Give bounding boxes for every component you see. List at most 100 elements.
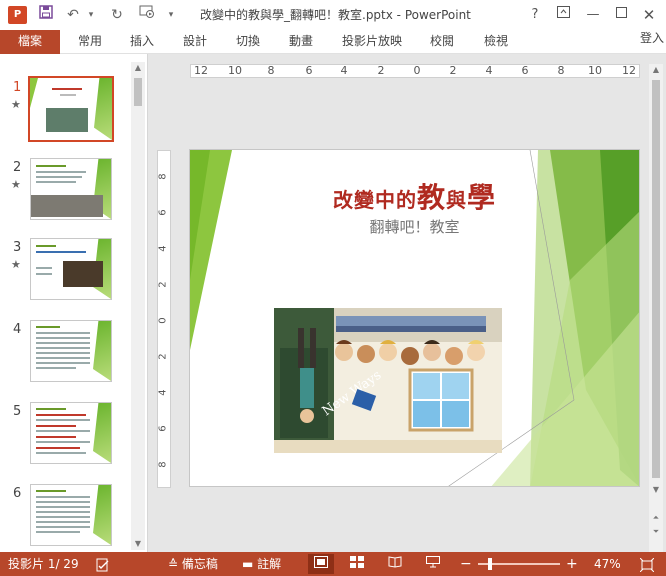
thumbnail-text-line bbox=[36, 430, 90, 432]
thumbnail-text-line bbox=[36, 337, 90, 339]
tab-home[interactable]: 常用 bbox=[72, 30, 108, 54]
zoom-level[interactable]: 47% bbox=[594, 552, 621, 576]
thumbnail-text-line bbox=[36, 273, 52, 275]
close-icon[interactable]: ✕ bbox=[638, 4, 660, 26]
scrollbar-thumb[interactable] bbox=[134, 78, 142, 106]
slide-thumbnail[interactable] bbox=[28, 76, 114, 142]
slide-title[interactable]: 改變中的教與學 bbox=[190, 176, 639, 216]
normal-view-button[interactable] bbox=[308, 554, 334, 574]
minimize-icon[interactable]: — bbox=[582, 4, 604, 26]
ruler-label: 4 bbox=[485, 64, 493, 77]
sign-in-link[interactable]: 登入 bbox=[640, 30, 664, 54]
fit-slide-icon[interactable] bbox=[639, 552, 655, 576]
slide-subtitle[interactable]: 翻轉吧！教室 bbox=[190, 216, 639, 237]
undo-dropdown-icon[interactable]: ▾ bbox=[80, 4, 102, 26]
customize-qat-icon[interactable]: ▾ bbox=[160, 4, 182, 26]
next-slide-icon[interactable]: ⏷ bbox=[649, 526, 663, 538]
tab-transitions[interactable]: 切換 bbox=[230, 30, 266, 54]
animation-star-icon: ★ bbox=[11, 178, 21, 191]
thumbnail-image bbox=[46, 108, 88, 132]
ruler-label: 2 bbox=[157, 353, 169, 360]
scroll-up-icon[interactable]: ▲ bbox=[649, 64, 663, 76]
scroll-down-icon[interactable]: ▼ bbox=[649, 484, 663, 496]
ribbon-display-icon[interactable] bbox=[552, 4, 574, 26]
tab-slideshow[interactable]: 投影片放映 bbox=[338, 30, 406, 54]
notes-label: 備忘稿 bbox=[181, 557, 218, 571]
slide-thumbnail[interactable] bbox=[30, 238, 112, 300]
comments-button[interactable]: ▬ 註解 bbox=[242, 552, 281, 576]
thumbnail-text-line bbox=[36, 425, 76, 427]
tab-file[interactable]: 檔案 bbox=[0, 30, 60, 54]
thumbnail-decoration bbox=[94, 78, 112, 140]
thumbnail-text-line bbox=[36, 181, 76, 183]
tab-review[interactable]: 校閱 bbox=[424, 30, 460, 54]
animation-star-icon: ★ bbox=[11, 98, 21, 111]
zoom-slider-thumb[interactable] bbox=[488, 558, 492, 570]
title-part: 改變中的 bbox=[332, 188, 417, 212]
title-part: 教 bbox=[416, 181, 446, 214]
thumbnail-slide-4[interactable]: 4 bbox=[0, 318, 130, 398]
thumbnail-text-line bbox=[36, 496, 90, 498]
zoom-in-button[interactable]: + bbox=[566, 552, 578, 576]
tab-design[interactable]: 設計 bbox=[177, 30, 213, 54]
thumbnail-text-line bbox=[36, 342, 90, 344]
thumbnail-text-line bbox=[36, 521, 90, 523]
slide-sorter-view-button[interactable] bbox=[344, 554, 370, 574]
thumbnail-slide-6[interactable]: 6 bbox=[0, 482, 130, 552]
thumbnail-text-line bbox=[36, 531, 80, 533]
slide-canvas[interactable]: 改變中的教與學 翻轉吧！教室 New Ways bbox=[189, 149, 640, 487]
animation-star-icon: ★ bbox=[11, 258, 21, 271]
thumbnail-text-line bbox=[36, 506, 90, 508]
thumbnail-text-line bbox=[36, 447, 80, 449]
powerpoint-app-icon[interactable]: P bbox=[8, 6, 27, 24]
slide-thumbnail[interactable] bbox=[30, 402, 112, 464]
maximize-icon[interactable] bbox=[610, 4, 632, 26]
thumbnail-text-line bbox=[36, 419, 90, 421]
reading-view-button[interactable] bbox=[382, 554, 408, 574]
tab-view[interactable]: 檢視 bbox=[478, 30, 514, 54]
thumbnail-text-line bbox=[36, 511, 90, 513]
redo-icon[interactable]: ↻ bbox=[106, 4, 128, 26]
window-title: 改變中的教與學_翻轉吧！教室.pptx - PowerPoint bbox=[200, 8, 471, 22]
tab-insert[interactable]: 插入 bbox=[124, 30, 160, 54]
thumbnail-slide-3[interactable]: 3 ★ bbox=[0, 236, 130, 316]
thumbnail-image bbox=[31, 195, 103, 217]
ruler-label: 2 bbox=[449, 64, 457, 77]
editor-scrollbar[interactable]: ▲ ▼ ⏶ ⏷ bbox=[649, 64, 663, 552]
thumbnail-slide-2[interactable]: 2 ★ bbox=[0, 156, 130, 236]
slide-thumbnail[interactable] bbox=[30, 320, 112, 382]
thumbnail-text-line bbox=[36, 267, 52, 269]
save-icon[interactable] bbox=[35, 4, 57, 26]
slide-number: 2 bbox=[13, 160, 22, 175]
ruler-label: 4 bbox=[340, 64, 348, 77]
thumbnail-scrollbar[interactable]: ▲ ▼ bbox=[131, 62, 145, 550]
thumbnail-slide-5[interactable]: 5 bbox=[0, 400, 130, 480]
classroom-cartoon-image[interactable]: New Ways bbox=[274, 308, 502, 453]
slide-counter: 投影片 1/ 29 bbox=[8, 557, 79, 571]
ruler-label: 12 bbox=[194, 64, 208, 77]
zoom-out-button[interactable]: − bbox=[460, 552, 472, 576]
comments-label: 註解 bbox=[257, 557, 282, 571]
slide-thumbnail[interactable] bbox=[30, 484, 112, 546]
previous-slide-icon[interactable]: ⏶ bbox=[649, 512, 663, 524]
slide-thumbnail[interactable] bbox=[30, 158, 112, 220]
thumbnail-decoration bbox=[93, 321, 111, 381]
scroll-down-icon[interactable]: ▼ bbox=[131, 538, 145, 550]
slideshow-view-button[interactable] bbox=[420, 554, 446, 574]
vertical-ruler: 8 6 4 2 0 2 4 6 8 bbox=[157, 150, 171, 488]
thumbnail-text-line bbox=[36, 326, 60, 328]
help-button[interactable]: ? bbox=[524, 4, 546, 26]
spelling-check-icon[interactable] bbox=[96, 552, 110, 576]
thumbnail-text-line bbox=[36, 357, 90, 359]
thumbnail-text-line bbox=[60, 94, 76, 96]
start-from-beginning-icon[interactable] bbox=[136, 4, 158, 26]
tab-animations[interactable]: 動畫 bbox=[283, 30, 319, 54]
thumbnail-text-line bbox=[36, 245, 56, 247]
thumbnail-text-line bbox=[36, 362, 90, 364]
scrollbar-thumb[interactable] bbox=[652, 80, 660, 478]
scroll-up-icon[interactable]: ▲ bbox=[131, 62, 145, 74]
notes-button[interactable]: ≙ 備忘稿 bbox=[168, 552, 218, 576]
thumbnail-text-line bbox=[36, 176, 82, 178]
slide-number: 1 bbox=[13, 80, 22, 95]
thumbnail-slide-1[interactable]: 1 ★ bbox=[0, 76, 130, 156]
